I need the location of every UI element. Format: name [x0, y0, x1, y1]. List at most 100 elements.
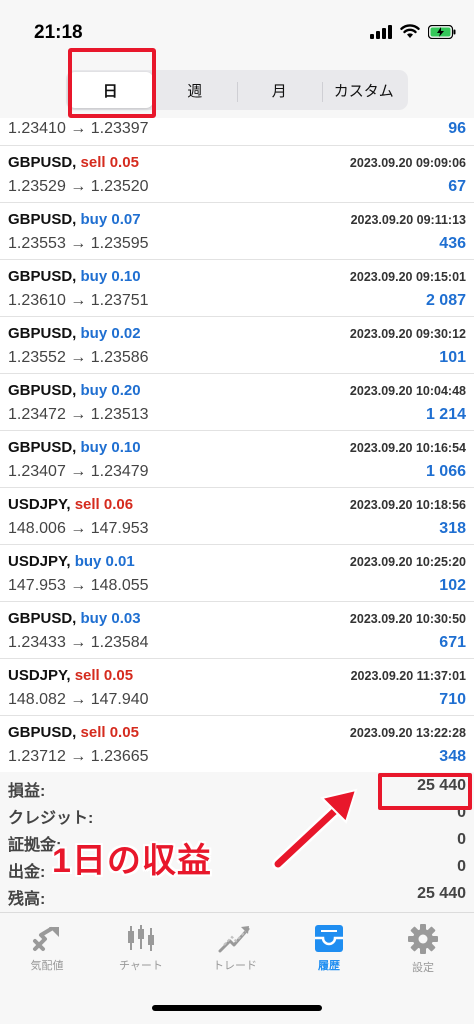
trade-prices: 1.23712 → 1.23665	[8, 748, 149, 765]
list-item[interactable]: USDJPY, sell 0.05 2023.09.20 11:37:01 148.…	[0, 659, 474, 716]
day-tab-highlight-box	[68, 48, 156, 118]
trade-icon	[218, 926, 250, 953]
tab-quotes[interactable]: 気配値	[0, 923, 94, 973]
annotation-daily-profit: 1日の収益	[52, 842, 212, 880]
trade-symbol: GBPUSD,	[8, 610, 77, 627]
chart-icon	[128, 925, 154, 951]
period-tab-custom[interactable]: カスタム	[321, 72, 407, 108]
trade-history-list[interactable]: 1.23410 → 1.23397 96 GBPUSD, sell 0.05 20…	[0, 118, 474, 773]
home-indicator	[152, 1005, 322, 1011]
tab-settings[interactable]: 設定	[376, 923, 470, 975]
trade-time: 2023.09.20 10:30:50	[349, 612, 466, 626]
quotes-icon	[33, 927, 59, 951]
trade-prices: 1.23553 → 1.23595	[8, 235, 149, 252]
trade-symbol: USDJPY,	[8, 496, 71, 513]
period-tab-month[interactable]: 月	[237, 72, 322, 108]
trade-symbol-line: GBPUSD, buy 0.07	[8, 211, 141, 228]
list-item[interactable]: GBPUSD, sell 0.05 2023.09.20 09:09:06 1.23…	[0, 146, 474, 203]
tab-chart[interactable]: チャート	[94, 923, 188, 973]
trade-symbol-line: USDJPY, sell 0.05	[8, 667, 133, 684]
trade-profit: 1 214	[425, 406, 466, 423]
trade-profit: 67	[448, 178, 466, 195]
trade-profit: 2 087	[425, 292, 466, 309]
tab-label: 履歴	[318, 960, 340, 972]
trade-volume: 0.05	[109, 724, 139, 741]
trade-time: 2023.09.20 09:15:01	[349, 270, 466, 284]
summary-value: 25 440	[417, 885, 466, 902]
trade-symbol: GBPUSD,	[8, 439, 77, 456]
annotation-arrow-icon	[272, 788, 358, 870]
trade-side: buy	[80, 382, 108, 399]
list-item[interactable]: USDJPY, sell 0.06 2023.09.20 10:18:56 148.…	[0, 488, 474, 545]
trade-symbol: GBPUSD,	[8, 724, 77, 741]
trade-volume: 0.07	[111, 211, 141, 228]
summary-label: クレジット:	[8, 810, 94, 827]
trade-time: 2023.09.20 13:22:28	[349, 726, 466, 740]
trade-symbol-line: GBPUSD, buy 0.10	[8, 268, 141, 285]
summary-label: 出金:	[8, 864, 46, 881]
trade-volume: 0.10	[111, 268, 141, 285]
list-item-partial[interactable]: 1.23410 → 1.23397 96	[0, 118, 474, 146]
trade-prices: 1.23433 → 1.23584	[8, 634, 149, 651]
list-item[interactable]: GBPUSD, sell 0.05 2023.09.20 13:22:28 1.23…	[0, 716, 474, 773]
tab-trade[interactable]: トレード	[188, 923, 282, 973]
trade-symbol-line: GBPUSD, sell 0.05	[8, 154, 139, 171]
trade-prices: 148.006 → 147.953	[8, 520, 149, 537]
list-item[interactable]: USDJPY, buy 0.01 2023.09.20 10:25:20 147.9…	[0, 545, 474, 602]
list-item[interactable]: GBPUSD, buy 0.03 2023.09.20 10:30:50 1.234…	[0, 602, 474, 659]
trade-symbol: GBPUSD,	[8, 325, 77, 342]
trade-symbol: GBPUSD,	[8, 382, 77, 399]
status-time: 21:18	[34, 22, 83, 43]
trade-prices: 147.953 → 148.055	[8, 577, 149, 594]
trade-profit: 671	[439, 634, 466, 651]
summary-value: 0	[457, 858, 466, 875]
trade-side: sell	[80, 154, 106, 171]
trade-profit: 1 066	[425, 463, 466, 480]
trade-profit: 101	[439, 349, 466, 366]
trade-symbol-line: USDJPY, buy 0.01	[8, 553, 135, 570]
list-item[interactable]: GBPUSD, buy 0.10 2023.09.20 10:16:54 1.234…	[0, 431, 474, 488]
trade-profit: 436	[439, 235, 466, 252]
trade-profit: 102	[439, 577, 466, 594]
trade-symbol: GBPUSD,	[8, 211, 77, 228]
list-item[interactable]: GBPUSD, buy 0.07 2023.09.20 09:11:13 1.235…	[0, 203, 474, 260]
profit-highlight-box	[378, 773, 472, 810]
trade-side: buy	[80, 439, 108, 456]
trade-prices: 1.23529 → 1.23520	[8, 178, 149, 195]
trade-prices: 1.23472 → 1.23513	[8, 406, 149, 423]
summary-label: 残高:	[8, 891, 46, 908]
tab-label: トレード	[213, 960, 257, 972]
trade-side: buy	[80, 268, 108, 285]
trade-prices: 1.23610 → 1.23751	[8, 292, 149, 309]
tab-history[interactable]: 履歴	[282, 923, 376, 973]
wifi-icon	[400, 24, 420, 38]
trade-side: sell	[80, 724, 106, 741]
trade-prices: 1.23552 → 1.23586	[8, 349, 149, 366]
trade-side: sell	[74, 496, 100, 513]
list-item[interactable]: GBPUSD, buy 0.02 2023.09.20 09:30:12 1.235…	[0, 317, 474, 374]
trade-prices: 1.23407 → 1.23479	[8, 463, 149, 480]
list-item[interactable]: GBPUSD, buy 0.10 2023.09.20 09:15:01 1.236…	[0, 260, 474, 317]
trade-symbol-line: GBPUSD, sell 0.05	[8, 724, 139, 741]
trade-symbol-line: USDJPY, sell 0.06	[8, 496, 133, 513]
trade-symbol: GBPUSD,	[8, 154, 77, 171]
trade-time: 2023.09.20 10:04:48	[349, 384, 466, 398]
trade-symbol-line: GBPUSD, buy 0.10	[8, 439, 141, 456]
tab-label: 気配値	[30, 960, 64, 972]
trade-side: buy	[80, 325, 108, 342]
battery-charging-icon	[428, 24, 456, 39]
trade-prices: 1.23410 → 1.23397	[8, 120, 149, 137]
trade-symbol: USDJPY,	[8, 553, 71, 570]
trade-volume: 0.06	[103, 496, 134, 513]
summary-value: 0	[457, 831, 466, 848]
trade-volume: 0.05	[103, 667, 134, 684]
trade-symbol-line: GBPUSD, buy 0.20	[8, 382, 141, 399]
list-item[interactable]: GBPUSD, buy 0.20 2023.09.20 10:04:48 1.234…	[0, 374, 474, 431]
summary-label: 損益:	[8, 783, 46, 800]
trade-volume: 0.02	[111, 325, 141, 342]
summary-row-balance: 残高: 25 440	[0, 880, 474, 908]
trade-side: buy	[74, 553, 102, 570]
period-tab-week[interactable]: 週	[153, 72, 238, 108]
trade-symbol-line: GBPUSD, buy 0.02	[8, 325, 141, 342]
trade-side: buy	[80, 610, 108, 627]
